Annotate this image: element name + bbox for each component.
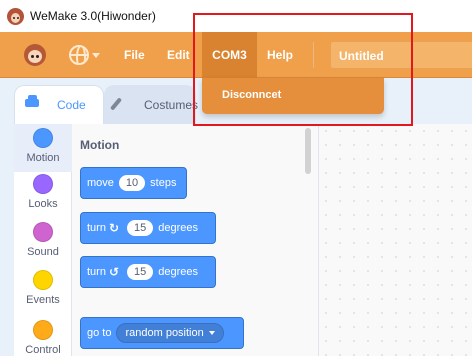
annotation-highlight-box (193, 13, 413, 126)
script-workspace[interactable] (318, 124, 472, 356)
category-sound-label: Sound (27, 246, 59, 258)
position-dropdown[interactable]: random position (116, 323, 224, 343)
window-title: WeMake 3.0(Hiwonder) (30, 9, 156, 23)
move-steps-block[interactable]: move 10 steps (80, 167, 187, 199)
brush-icon (109, 97, 123, 111)
menu-file[interactable]: File (124, 32, 145, 78)
tab-costumes-label: Costumes (144, 97, 199, 112)
category-motion[interactable]: Motion (14, 124, 72, 172)
menu-edit[interactable]: Edit (167, 32, 190, 78)
rotate-right-icon: ↻ (108, 221, 120, 235)
events-category-icon (33, 270, 53, 290)
position-option: random position (125, 327, 204, 339)
rotate-left-icon: ↺ (108, 265, 120, 279)
motion-category-icon (33, 128, 53, 148)
left-margin (0, 124, 14, 356)
degrees-input[interactable]: 15 (127, 220, 154, 236)
degrees-input[interactable]: 15 (127, 264, 154, 280)
category-control-label: Control (25, 344, 61, 356)
block-text: steps (150, 177, 177, 189)
category-control[interactable]: Control (14, 320, 72, 356)
code-icon (25, 95, 39, 107)
steps-input[interactable]: 10 (118, 175, 146, 191)
block-text: degrees (158, 266, 199, 278)
language-menu-button[interactable] (69, 43, 105, 67)
globe-icon (69, 45, 89, 65)
tab-code[interactable]: Code (14, 85, 104, 124)
tab-costumes[interactable]: Costumes (104, 85, 199, 124)
chevron-down-icon (92, 52, 100, 58)
sound-category-icon (33, 222, 53, 242)
block-text: degrees (158, 222, 199, 234)
category-events[interactable]: Events (14, 270, 72, 306)
category-events-label: Events (26, 294, 60, 306)
chevron-down-icon (208, 331, 215, 335)
category-menu: Motion Looks Sound Events Control (14, 124, 72, 356)
palette-section-title: Motion (80, 138, 120, 152)
block-text: go to (87, 327, 112, 339)
brand-logo-icon[interactable] (24, 44, 46, 66)
block-text: move (87, 177, 114, 189)
category-sound[interactable]: Sound (14, 222, 72, 258)
go-to-block[interactable]: go to random position (80, 317, 244, 349)
block-text: turn (87, 222, 106, 234)
category-motion-label: Motion (26, 152, 60, 164)
category-looks-label: Looks (28, 198, 58, 210)
app-logo-icon (7, 8, 24, 25)
category-looks[interactable]: Looks (14, 174, 72, 210)
control-category-icon (33, 320, 53, 340)
turn-left-block[interactable]: turn ↺ 15 degrees (80, 256, 216, 288)
block-text: turn (87, 266, 106, 278)
tab-code-label: Code (57, 98, 86, 112)
turn-right-block[interactable]: turn ↻ 15 degrees (80, 212, 216, 244)
looks-category-icon (33, 174, 53, 194)
palette-scrollbar[interactable] (305, 128, 311, 174)
